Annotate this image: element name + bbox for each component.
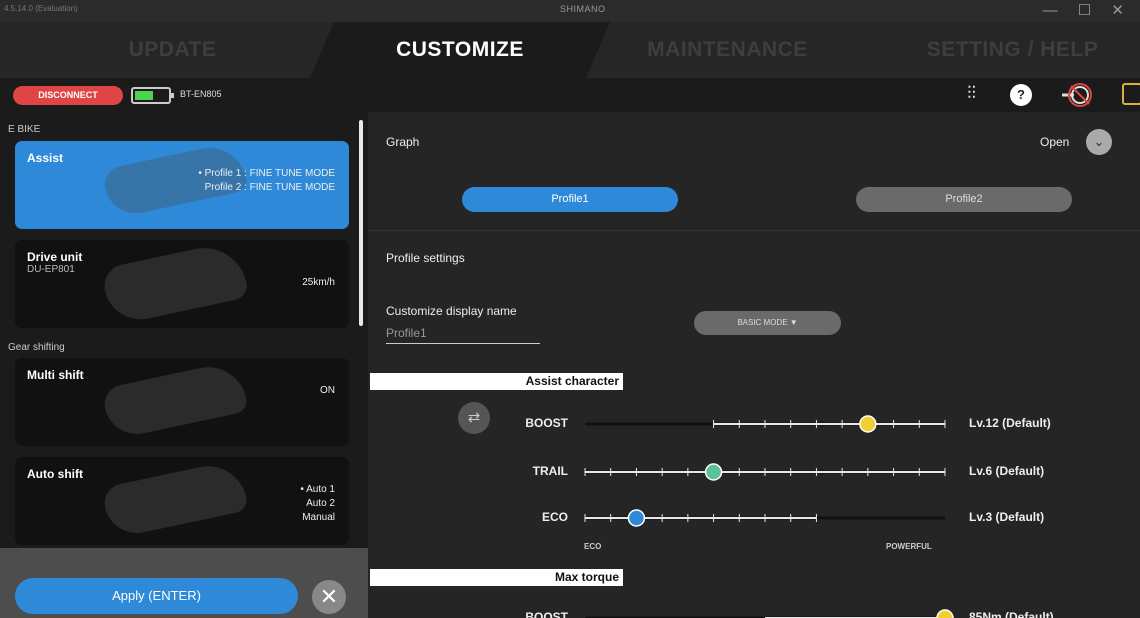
app-window: 4.5.14.0 (Evaluation) SHIMANO — ☐ ✕ UPDA… [0,0,1140,618]
apply-button[interactable]: Apply (ENTER) [15,578,298,614]
card-title: Auto shift [27,467,83,481]
shifter-image [101,459,249,539]
app-title: SHIMANO [560,4,606,14]
window-controls[interactable]: — ☐ ✕ [1043,1,1132,19]
disconnect-button[interactable]: DISCONNECT [13,86,123,105]
tab-update[interactable]: UPDATE [30,22,315,78]
max-torque-header: Max torque [370,569,623,586]
mode-label-torque-boost: BOOST [525,610,568,618]
assist-sliders [584,415,954,618]
section-label-ebike: E BIKE [8,124,41,135]
value-line: Auto 2 [306,498,335,509]
card-title: Assist [27,151,64,165]
scrollbar[interactable] [359,120,363,326]
card-drive-unit[interactable]: Drive unit DU-EP801 25km/h [15,240,349,328]
shifter-image [101,360,249,440]
battery-icon [131,87,174,104]
slider-thumb-trail[interactable] [704,463,723,481]
card-subtitle: DU-EP801 [27,264,75,275]
card-title: Drive unit [27,250,83,264]
tab-setting-help[interactable]: SETTING / HELP [870,22,1140,78]
card-value: • Profile 1 : FINE TUNE MODE Profile 2 :… [198,167,335,195]
connection-bar: DISCONNECT BT-EN805 ⫶⫶ ? [0,78,1140,112]
scale-max-label: POWERFUL [886,542,932,551]
battery-fill [135,91,153,100]
card-value: • Auto 1 Auto 2 Manual [300,483,335,525]
settings-panel: Graph Open ⌄ Profile1 Profile2 Profile s… [368,112,1140,618]
graph-icon[interactable] [1122,83,1140,105]
mode-label-eco: ECO [541,510,568,524]
scale-min-label: ECO [584,542,602,551]
value-line: • Auto 1 [300,484,335,495]
title-bar: 4.5.14.0 (Evaluation) SHIMANO — ☐ ✕ [0,0,1140,22]
card-value: ON [320,385,335,396]
drive-unit-image [100,240,250,326]
slider-thumb-eco[interactable] [627,509,646,527]
card-auto-shift[interactable]: Auto shift • Auto 1 Auto 2 Manual [15,457,349,545]
card-assist[interactable]: Assist • Profile 1 : FINE TUNE MODE Prof… [15,141,349,229]
close-icon[interactable]: ✕ [312,580,346,614]
battery-tip [171,93,174,98]
component-list-panel: E BIKE Assist • Profile 1 : FINE TUNE MO… [0,112,368,618]
version-text: 4.5.14.0 (Evaluation) [4,4,78,13]
mode-label-trail: TRAIL [532,464,568,478]
unit-name: BT-EN805 [180,89,222,99]
card-multi-shift[interactable]: Multi shift ON [15,358,349,446]
section-label-gear: Gear shifting [8,342,65,353]
disconnected-link-icon[interactable] [1058,82,1096,108]
level-label-boost: Lv.12 (Default) [969,416,1051,430]
level-label-trail: Lv.6 (Default) [969,464,1045,478]
torque-slider-thumb[interactable] [936,609,954,618]
main-tabs: UPDATE CUSTOMIZE MAINTENANCE SETTING / H… [0,22,1140,78]
apply-area: Apply (ENTER) ✕ [0,548,368,618]
value-line: Profile 2 : FINE TUNE MODE [204,182,335,193]
value-line: • Profile 1 : FINE TUNE MODE [198,168,335,179]
slider-thumb-boost[interactable] [859,415,877,433]
help-icon[interactable]: ? [1010,84,1032,106]
mode-label-boost: BOOST [525,416,568,430]
tab-maintenance[interactable]: MAINTENANCE [585,22,870,78]
value-line: Manual [302,512,335,523]
card-title: Multi shift [27,368,84,382]
sliders-icon[interactable]: ⫶⫶ [967,83,976,104]
card-value: 25km/h [302,277,335,288]
torque-level-label-boost: 85Nm (Default) [969,610,1054,618]
tab-customize[interactable]: CUSTOMIZE [310,22,610,78]
level-label-eco: Lv.3 (Default) [969,510,1045,524]
